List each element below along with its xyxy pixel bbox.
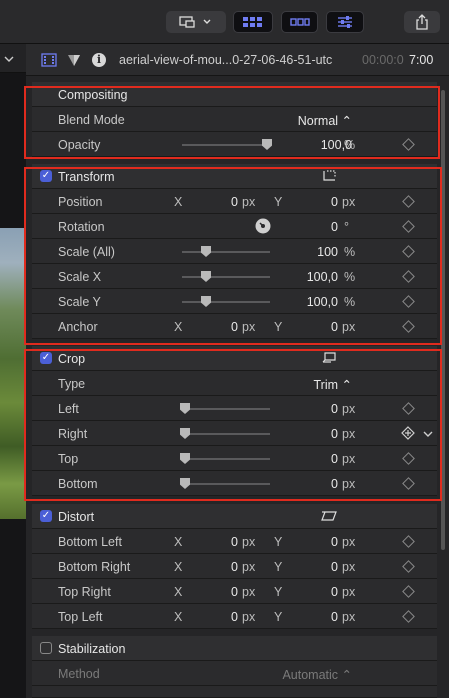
video-tab-icon[interactable]: [41, 53, 57, 67]
stabilization-checkbox[interactable]: [40, 642, 52, 654]
top-right-row: Top Right X 0 px Y 0 px: [32, 579, 437, 604]
bottom-right-x-unit: px: [242, 560, 256, 574]
top-left-label: Top Left: [58, 610, 103, 624]
bottom-right-x-value[interactable]: 0: [204, 560, 238, 574]
distort-title: Distort: [58, 510, 95, 524]
top-left-y-value[interactable]: 0: [304, 610, 338, 624]
bottom-right-label: Bottom Right: [58, 560, 131, 574]
top-left-keyframe-button[interactable]: [402, 610, 415, 623]
top-left-y-axis: Y: [274, 610, 283, 624]
bottom-right-row: Bottom Right X 0 px Y 0 px: [32, 554, 437, 579]
stabilization-next-row: [32, 686, 437, 698]
viewer-edge: [0, 44, 26, 698]
top-right-x-unit: px: [242, 585, 256, 599]
bottom-left-y-unit: px: [342, 535, 356, 549]
transform-highlight: [24, 167, 442, 345]
bottom-left-x-value[interactable]: 0: [204, 535, 238, 549]
distort-checkbox[interactable]: ✓: [40, 510, 52, 522]
top-right-label: Top Right: [58, 585, 111, 599]
share-icon: [416, 14, 428, 30]
chevron-down-icon[interactable]: [4, 54, 14, 64]
timecode-dim: 00:00:0: [362, 53, 404, 67]
viewer-display-button[interactable]: [166, 11, 226, 33]
bottom-right-y-axis: Y: [274, 560, 283, 574]
top-right-x-axis: X: [174, 585, 183, 599]
top-left-x-unit: px: [242, 610, 256, 624]
crop-highlight: [24, 349, 442, 501]
bottom-left-keyframe-button[interactable]: [402, 535, 415, 548]
bottom-left-label: Bottom Left: [58, 535, 122, 549]
timecode: 7:00: [409, 53, 434, 67]
distort-header[interactable]: ✓ Distort: [32, 504, 437, 529]
top-right-y-unit: px: [342, 585, 356, 599]
info-tab-icon[interactable]: i: [92, 53, 106, 67]
top-right-x-value[interactable]: 0: [204, 585, 238, 599]
top-left-x-axis: X: [174, 610, 183, 624]
viewer-strip: [0, 44, 26, 73]
compositing-highlight: [24, 86, 440, 159]
stabilization-method-popup[interactable]: Automatic ⌃: [232, 667, 352, 682]
top-right-y-value[interactable]: 0: [304, 585, 338, 599]
top-left-y-unit: px: [342, 610, 356, 624]
bottom-left-x-axis: X: [174, 535, 183, 549]
bottom-left-y-value[interactable]: 0: [304, 535, 338, 549]
color-tab-icon[interactable]: [67, 53, 81, 67]
inspector-toggle-button[interactable]: [326, 11, 364, 33]
bottom-left-row: Bottom Left X 0 px Y 0 px: [32, 529, 437, 554]
grid-icon: [243, 17, 262, 27]
stabilization-method-label: Method: [58, 667, 100, 681]
top-left-row: Top Left X 0 px Y 0 px: [32, 604, 437, 629]
stabilization-method-row: Method Automatic ⌃: [32, 661, 437, 686]
stabilization-title: Stabilization: [58, 642, 126, 656]
top-right-y-axis: Y: [274, 585, 283, 599]
inspector-header: i aerial-view-of-mou...0-27-06-46-51-utc…: [26, 44, 449, 76]
timeline-toggle-button[interactable]: [281, 11, 318, 33]
bottom-right-y-unit: px: [342, 560, 356, 574]
display-icon: [179, 16, 211, 28]
clip-name: aerial-view-of-mou...0-27-06-46-51-utc: [119, 53, 333, 67]
bottom-right-keyframe-button[interactable]: [402, 560, 415, 573]
stabilization-header[interactable]: Stabilization: [32, 636, 437, 661]
browser-toggle-button[interactable]: [233, 11, 273, 33]
bottom-left-y-axis: Y: [274, 535, 283, 549]
bottom-left-x-unit: px: [242, 535, 256, 549]
timeline-icon: [289, 18, 310, 26]
bottom-right-x-axis: X: [174, 560, 183, 574]
top-left-x-value[interactable]: 0: [204, 610, 238, 624]
top-toolbar: [0, 0, 449, 44]
viewer-image: [0, 228, 26, 519]
distort-onscreen-icon[interactable]: [321, 510, 337, 522]
sliders-icon: [338, 16, 352, 28]
share-button[interactable]: [404, 11, 440, 33]
bottom-right-y-value[interactable]: 0: [304, 560, 338, 574]
top-right-keyframe-button[interactable]: [402, 585, 415, 598]
